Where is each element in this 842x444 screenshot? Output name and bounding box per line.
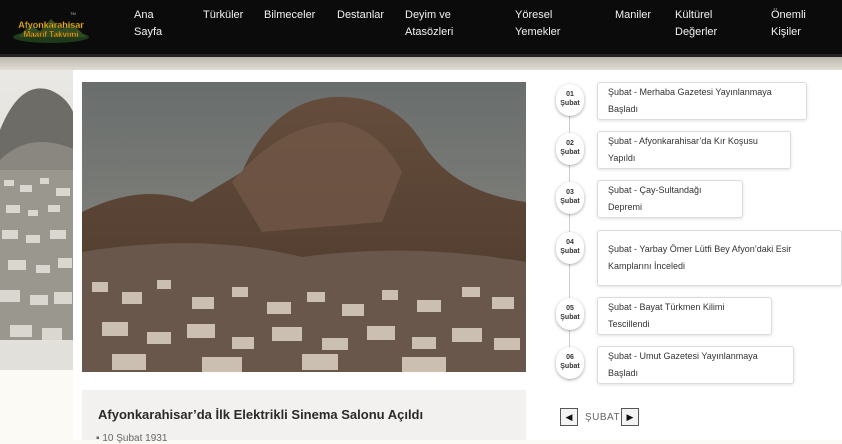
timeline-event[interactable]: Şubat - Umut Gazetesi Yayınlanmaya Başla… — [597, 346, 794, 384]
timeline-date-badge: 05 Şubat — [556, 298, 584, 330]
featured-photo[interactable] — [82, 82, 526, 372]
caret-left-icon: ◀ — [565, 412, 573, 422]
badge-month: Şubat — [560, 198, 580, 205]
timeline-event[interactable]: Şubat - Bayat Türkmen Kilimi Tescillendi — [597, 297, 772, 335]
badge-day: 04 — [566, 239, 574, 246]
nav-item-kulturel-degerler[interactable]: Kültürel Değerler — [675, 7, 717, 41]
svg-text:Maarif Takvimi: Maarif Takvimi — [24, 30, 79, 39]
badge-month: Şubat — [560, 248, 580, 255]
timeline-date-badge: 04 Şubat — [556, 232, 584, 264]
timeline-date-badge: 01 Şubat — [556, 84, 584, 116]
badge-month: Şubat — [560, 363, 580, 370]
badge-day: 05 — [566, 305, 574, 312]
background-city-photo — [0, 70, 76, 370]
nav-item-bilmeceler[interactable]: Bilmeceler — [264, 7, 315, 24]
svg-text:TM: TM — [70, 11, 76, 16]
nav-item-deyim-atasozleri[interactable]: Deyim ve Atasözleri — [405, 7, 453, 41]
nav-item-maniler[interactable]: Maniler — [615, 7, 651, 24]
badge-day: 02 — [566, 140, 574, 147]
nav-item-onemli-kisiler[interactable]: Önemli Kişiler — [771, 7, 806, 41]
nav-item-yoresel-yemekler[interactable]: Yöresel Yemekler — [515, 7, 560, 41]
nav-item-ana-sayfa[interactable]: Ana Sayfa — [134, 7, 162, 41]
badge-day: 06 — [566, 354, 574, 361]
badge-month: Şubat — [560, 314, 580, 321]
calendar-icon: ▪ — [96, 433, 100, 444]
featured-title[interactable]: Afyonkarahisar’da İlk Elektrikli Sinema … — [98, 407, 423, 422]
svg-text:Afyonkarahisar: Afyonkarahisar — [18, 20, 84, 30]
badge-day: 03 — [566, 189, 574, 196]
timeline-event[interactable]: Şubat - Afyonkarahisar’da Kır Koşusu Yap… — [597, 131, 791, 169]
timeline-date-badge: 02 Şubat — [556, 133, 584, 165]
nav-item-turkuler[interactable]: Türküler — [203, 7, 243, 24]
badge-month: Şubat — [560, 149, 580, 156]
nav-item-destanlar[interactable]: Destanlar — [337, 7, 384, 24]
timeline-event[interactable]: Şubat - Merhaba Gazetesi Yayınlanmaya Ba… — [597, 82, 807, 120]
timeline-date-badge: 06 Şubat — [556, 347, 584, 379]
caret-right-icon: ▶ — [626, 412, 634, 422]
prev-month-button[interactable]: ◀ — [560, 408, 578, 426]
timeline-event[interactable]: Şubat - Yarbay Ömer Lütfi Bey Afyon’daki… — [597, 230, 842, 286]
top-navigation-bar: TM Afyonkarahisar Maarif Takvimi Ana Say… — [0, 0, 842, 57]
featured-caption: Afyonkarahisar’da İlk Elektrikli Sinema … — [82, 390, 526, 444]
badge-day: 01 — [566, 91, 574, 98]
site-logo[interactable]: TM Afyonkarahisar Maarif Takvimi — [10, 7, 92, 45]
featured-date: ▪ 10 Şubat 1931 — [96, 433, 167, 444]
featured-date-text: 10 Şubat 1931 — [102, 433, 168, 444]
timeline-date-badge: 03 Şubat — [556, 182, 584, 214]
timeline-event[interactable]: Şubat - Çay-Sultandağı Depremi — [597, 180, 743, 218]
badge-month: Şubat — [560, 100, 580, 107]
pager-month-label: ŞUBAT — [585, 412, 621, 423]
next-month-button[interactable]: ▶ — [621, 408, 639, 426]
